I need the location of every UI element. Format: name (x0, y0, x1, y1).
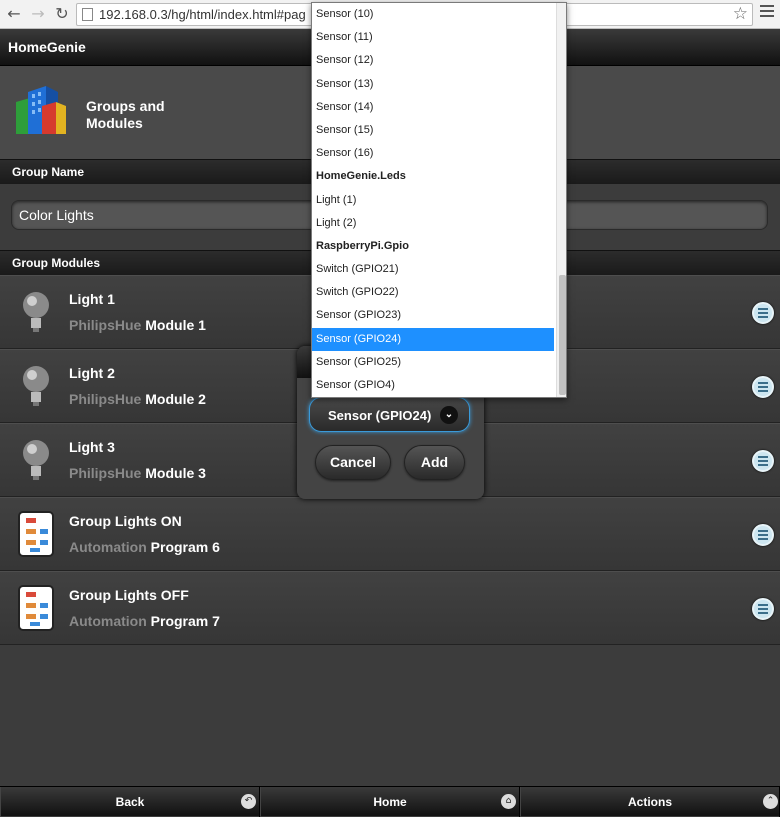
dropdown-group-label: HomeGenie.Leds (316, 170, 406, 183)
dropdown-options: Sensor (10) Sensor (11) Sensor (12) Sensor … (312, 3, 566, 397)
dropdown-option[interactable]: Sensor (GPIO24) (312, 327, 554, 351)
module-select-value: Sensor (GPIO24) (328, 408, 432, 423)
dropdown-option[interactable]: Light (1) (312, 189, 554, 212)
add-button[interactable]: Add (404, 445, 465, 480)
home-icon: ⌂ (501, 794, 516, 809)
dropdown-option[interactable]: Sensor (12) (312, 49, 554, 72)
group-name-label: Group Name (12, 165, 85, 179)
list-icon (758, 530, 768, 540)
module-title: Group Lights ON (69, 513, 182, 529)
row-options-button[interactable] (752, 598, 774, 620)
star-icon[interactable]: ☆ (733, 4, 748, 24)
module-row[interactable]: Group Lights ON Automation Program 6 (0, 497, 780, 571)
cancel-button[interactable]: Cancel (315, 445, 391, 480)
row-options-button[interactable] (752, 376, 774, 398)
module-subtitle: PhilipsHue Module 3 (69, 465, 206, 481)
undo-arrow-icon: ↶ (241, 794, 256, 809)
home-label: Home (373, 795, 407, 809)
address-text: 192.168.0.3/hg/html/index.html#pag (99, 7, 306, 22)
arrow-left-icon[interactable]: ← (4, 4, 24, 24)
dropdown-option[interactable]: Sensor (10) (312, 3, 554, 26)
page-icon (82, 8, 93, 21)
row-options-button[interactable] (752, 524, 774, 546)
module-subtitle: PhilipsHue Module 1 (69, 317, 206, 333)
scrollbar-thumb[interactable] (559, 275, 566, 395)
arrow-right-icon[interactable]: → (28, 4, 48, 24)
actions-button[interactable]: Actions ⌃ (520, 787, 780, 817)
dropdown-option[interactable]: Sensor (16) (312, 142, 554, 165)
list-icon (758, 456, 768, 466)
module-select[interactable]: Sensor (GPIO24) ⌄ (309, 397, 470, 432)
module-title: Light 2 (69, 365, 115, 381)
home-button[interactable]: Home ⌂ (260, 787, 520, 817)
dropdown-option[interactable]: Switch (GPIO22) (312, 281, 554, 304)
back-button[interactable]: Back ↶ (0, 787, 260, 817)
module-subtitle: Automation Program 6 (69, 539, 220, 555)
light-bulb-icon (23, 292, 49, 332)
group-modules-label: Group Modules (12, 256, 100, 270)
chevron-up-icon: ⌃ (763, 794, 778, 809)
dropdown-option[interactable]: Sensor (GPIO25) (312, 351, 554, 374)
dropdown-option[interactable]: Switch (GPIO21) (312, 258, 554, 281)
list-icon (758, 382, 768, 392)
dropdown-group-label: RaspberryPi.Gpio (316, 239, 409, 252)
list-icon (758, 308, 768, 318)
dropdown-option[interactable]: Light (2) (312, 212, 554, 235)
light-bulb-icon (23, 366, 49, 406)
footer-nav: Back ↶ Home ⌂ Actions ⌃ (0, 786, 780, 817)
dropdown-option[interactable]: Sensor (14) (312, 96, 554, 119)
program-flowchart-icon (18, 585, 54, 631)
dropdown-option[interactable]: Sensor (11) (312, 26, 554, 49)
module-subtitle: PhilipsHue Module 2 (69, 391, 206, 407)
module-subtitle: Automation Program 7 (69, 613, 220, 629)
dropdown-option[interactable]: Sensor (15) (312, 119, 554, 142)
module-row[interactable]: Group Lights OFF Automation Program 7 (0, 571, 780, 645)
list-icon (758, 604, 768, 614)
page-title: Groups and Modules (86, 98, 165, 131)
module-title: Group Lights OFF (69, 587, 189, 603)
program-flowchart-icon (18, 511, 54, 557)
chevron-down-icon: ⌄ (440, 406, 458, 424)
module-title: Light 1 (69, 291, 115, 307)
reload-icon[interactable]: ↻ (52, 4, 72, 24)
dropdown-option[interactable]: Sensor (13) (312, 73, 554, 96)
module-select-dropdown[interactable]: Sensor (10) Sensor (11) Sensor (12) Sensor … (311, 2, 567, 398)
row-options-button[interactable] (752, 302, 774, 324)
dropdown-option[interactable]: Sensor (GPIO4) (312, 374, 554, 397)
back-label: Back (115, 795, 145, 809)
dropdown-option[interactable]: Sensor (GPIO23) (312, 304, 554, 327)
dropdown-scrollbar[interactable] (556, 3, 566, 397)
row-options-button[interactable] (752, 450, 774, 472)
hamburger-menu-icon[interactable] (760, 5, 774, 20)
app-title: HomeGenie (8, 39, 86, 55)
buildings-icon (16, 86, 66, 134)
module-title: Light 3 (69, 439, 115, 455)
light-bulb-icon (23, 440, 49, 480)
actions-label: Actions (627, 795, 672, 809)
